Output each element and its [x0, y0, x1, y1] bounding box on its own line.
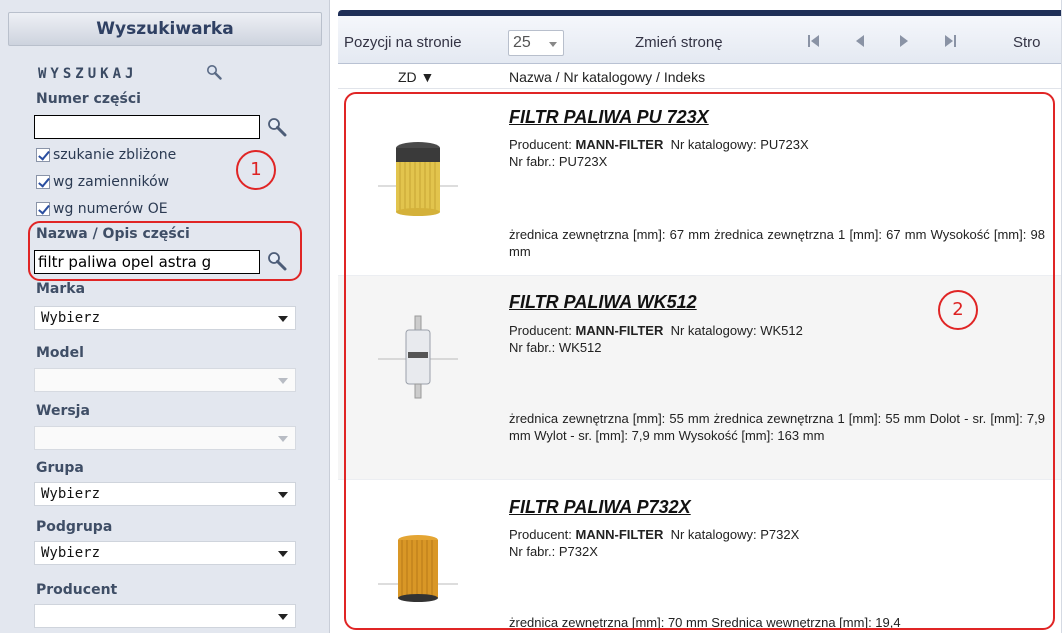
part-number-search-icon[interactable] [266, 116, 288, 138]
sort-zd-header[interactable]: ZD ▼ [398, 69, 434, 85]
per-page-value: 25 [513, 34, 531, 51]
version-label: Wersja [36, 403, 90, 419]
checkbox-replacements-label: wg zamienników [53, 174, 170, 190]
checkbox-similar-label: szukanie zbliżone [53, 147, 177, 163]
producer-select[interactable] [34, 604, 296, 628]
subgroup-select[interactable]: Wybierz [34, 541, 296, 565]
chevron-down-icon [549, 42, 557, 47]
version-select[interactable] [34, 426, 296, 450]
chevron-down-icon [278, 614, 288, 620]
subgroup-label: Podgrupa [36, 519, 113, 535]
group-label: Grupa [36, 460, 84, 476]
annotation-circle-2: 2 [938, 290, 978, 330]
chevron-down-icon [278, 436, 288, 442]
search-sidebar: Wyszukiwarka WYSZUKAJ Numer części szuka… [0, 0, 330, 633]
chevron-down-icon [278, 551, 288, 557]
checkbox-oe-box[interactable] [36, 202, 50, 216]
checkbox-similar[interactable]: szukanie zbliżone [36, 145, 176, 165]
annotation-box-results [344, 92, 1055, 630]
checkbox-replacements-box[interactable] [36, 175, 50, 189]
brand-select[interactable]: Wybierz [34, 306, 296, 330]
part-number-input[interactable] [34, 115, 260, 139]
group-select[interactable]: Wybierz [34, 482, 296, 506]
prev-page-icon[interactable] [851, 32, 869, 50]
per-page-label: Pozycji na stronie [344, 34, 462, 51]
column-header: ZD ▼ Nazwa / Nr katalogowy / Indeks [338, 65, 1062, 89]
checkbox-oe-label: wg numerów OE [53, 201, 168, 217]
annotation-box-name-desc [28, 221, 302, 281]
sort-name-header[interactable]: Nazwa / Nr katalogowy / Indeks [509, 69, 705, 85]
model-label: Model [36, 345, 84, 361]
model-select[interactable] [34, 368, 296, 392]
next-page-icon[interactable] [895, 32, 913, 50]
part-number-label: Numer części [36, 91, 141, 107]
search-title-text: WYSZUKAJ [38, 66, 138, 82]
subgroup-select-value: Wybierz [41, 545, 101, 561]
last-page-icon[interactable] [941, 32, 959, 50]
brand-select-value: Wybierz [41, 310, 101, 326]
pagination-toolbar: Pozycji na stronie 25 Zmień stronę Stro [338, 16, 1062, 64]
change-page-label: Zmień stronę [635, 34, 723, 51]
checkbox-similar-box[interactable] [36, 148, 50, 162]
per-page-select[interactable]: 25 [508, 30, 564, 56]
annotation-circle-1: 1 [236, 150, 276, 190]
producer-label: Producent [36, 582, 118, 598]
page-label: Stro [1013, 34, 1041, 51]
sidebar-header: Wyszukiwarka [8, 12, 322, 46]
checkbox-replacements[interactable]: wg zamienników [36, 172, 169, 192]
search-title: WYSZUKAJ [38, 65, 222, 82]
checkbox-oe[interactable]: wg numerów OE [36, 199, 168, 219]
chevron-down-icon [278, 492, 288, 498]
results-panel: Pozycji na stronie 25 Zmień stronę Stro … [338, 0, 1062, 633]
chevron-down-icon [278, 378, 288, 384]
chevron-down-icon [278, 316, 288, 322]
brand-label: Marka [36, 281, 86, 297]
first-page-icon[interactable] [805, 32, 823, 50]
search-icon [206, 64, 222, 84]
group-select-value: Wybierz [41, 486, 101, 502]
